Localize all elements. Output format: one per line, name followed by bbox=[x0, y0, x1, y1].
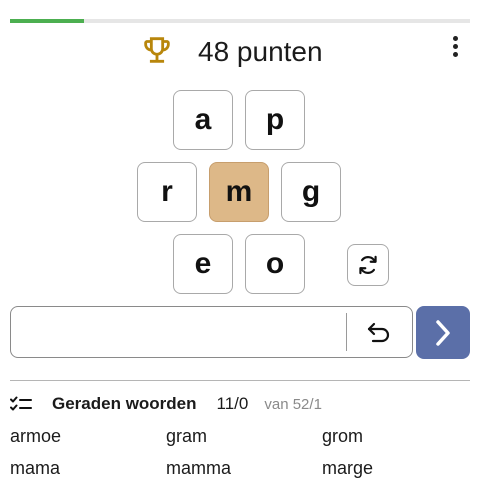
chevron-right-icon bbox=[436, 319, 450, 346]
word-input[interactable] bbox=[19, 315, 343, 351]
letter-tile[interactable]: o bbox=[245, 234, 305, 294]
found-words-title: Geraden woorden bbox=[52, 394, 197, 413]
letter-tile[interactable]: p bbox=[245, 90, 305, 150]
found-words-count: 11/0 bbox=[216, 394, 249, 413]
section-divider bbox=[10, 380, 470, 381]
found-words-list: armoe gram grom mama mamma marge bbox=[10, 425, 478, 479]
center-letter-tile[interactable]: m bbox=[209, 162, 269, 222]
undo-button[interactable] bbox=[359, 317, 399, 347]
shuffle-icon bbox=[359, 255, 377, 275]
progress-bar bbox=[10, 19, 470, 23]
found-word: mama bbox=[10, 458, 61, 478]
letter-tile[interactable]: g bbox=[281, 162, 341, 222]
shuffle-button[interactable] bbox=[347, 244, 389, 286]
found-word: marge bbox=[322, 458, 374, 478]
found-words-header: Geraden woorden 11/0 van 52/1 bbox=[10, 392, 470, 416]
letter-tile[interactable]: r bbox=[137, 162, 197, 222]
word-input-box bbox=[10, 306, 413, 358]
trophy-icon bbox=[140, 33, 174, 72]
undo-icon bbox=[367, 322, 390, 343]
found-word: grom bbox=[322, 426, 364, 446]
found-word: mamma bbox=[166, 458, 232, 478]
submit-button[interactable] bbox=[416, 306, 470, 359]
progress-fill bbox=[10, 19, 84, 23]
found-word: armoe bbox=[10, 426, 62, 446]
score-text: 48 punten bbox=[198, 36, 323, 67]
checklist-icon bbox=[10, 396, 32, 411]
more-menu-button[interactable] bbox=[443, 32, 467, 60]
more-vert-icon bbox=[452, 35, 458, 41]
found-word: gram bbox=[166, 426, 208, 446]
score-display: 48 punten bbox=[140, 30, 323, 74]
letter-tile[interactable]: a bbox=[173, 90, 233, 150]
found-words-total: van 52/1 bbox=[264, 395, 322, 413]
input-divider bbox=[346, 313, 347, 351]
letter-tile[interactable]: e bbox=[173, 234, 233, 294]
